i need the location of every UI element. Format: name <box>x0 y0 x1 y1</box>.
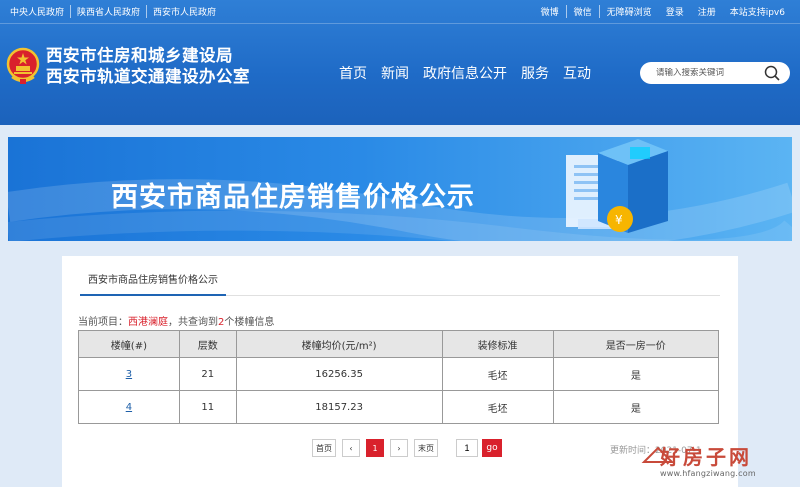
nav-home[interactable]: 首页 <box>332 63 374 83</box>
link-login[interactable]: 登录 <box>659 5 691 18</box>
avg-price-cell: 16256.35 <box>235 357 443 391</box>
page-banner: 西安市商品住房销售价格公示 ¥ <box>8 137 792 241</box>
prev-page-button[interactable]: ‹ <box>342 439 360 457</box>
top-left-links: 中央人民政府 陕西省人民政府 西安市人民政府 <box>8 5 222 18</box>
current-page-button[interactable]: 1 <box>366 439 384 457</box>
nav-interaction[interactable]: 互动 <box>556 63 598 83</box>
first-page-button[interactable]: 首页 <box>312 439 336 457</box>
one-price-cell: 是 <box>552 390 720 424</box>
top-right-links: 微博 微信 无障碍浏览 登录 注册 本站支持ipv6 <box>534 5 792 18</box>
col-avg-price: 楼幢均价(元/m²) <box>235 330 443 358</box>
search-icon[interactable] <box>764 65 780 81</box>
link-register[interactable]: 注册 <box>691 5 723 18</box>
floors-cell: 11 <box>178 390 237 424</box>
page-number-input[interactable] <box>456 439 478 457</box>
ipv6-notice: 本站支持ipv6 <box>729 8 785 18</box>
watermark-text: 好房子网 <box>660 445 752 469</box>
site-header: 中央人民政府 陕西省人民政府 西安市人民政府 微博 微信 无障碍浏览 登录 注册… <box>0 0 800 125</box>
brand-line-1: 西安市住房和城乡建设局 <box>46 46 233 65</box>
floors-cell: 21 <box>178 357 237 391</box>
banner-title: 西安市商品住房销售价格公示 <box>111 182 475 213</box>
search-input[interactable] <box>656 68 766 78</box>
info-middle: ，共查询到 <box>168 317 218 328</box>
nav-news[interactable]: 新闻 <box>374 63 416 83</box>
main-nav: 首页 新闻 政府信息公开 服务 互动 <box>332 63 598 83</box>
decoration-cell: 毛坯 <box>441 390 554 424</box>
avg-price-cell: 18157.23 <box>235 390 443 424</box>
col-floors: 层数 <box>178 330 237 358</box>
link-accessibility[interactable]: 无障碍浏览 <box>600 5 659 18</box>
brand-title: 西安市住房和城乡建设局 西安市轨道交通建设办公室 <box>46 45 250 87</box>
link-central-gov[interactable]: 中央人民政府 <box>8 5 72 18</box>
table-row: 3 21 16256.35 毛坯 是 <box>78 357 720 391</box>
one-price-cell: 是 <box>552 357 720 391</box>
table-header-row: 楼幢(#) 层数 楼幢均价(元/m²) 装修标准 是否一房一价 <box>78 330 720 358</box>
link-shaanxi-gov[interactable]: 陕西省人民政府 <box>71 5 148 18</box>
col-building: 楼幢(#) <box>78 330 180 358</box>
building-document-icon: ¥ <box>566 139 668 233</box>
nav-gov-info[interactable]: 政府信息公开 <box>416 63 514 83</box>
brand-line-2: 西安市轨道交通建设办公室 <box>46 67 250 86</box>
table-row: 4 11 18157.23 毛坯 是 <box>78 390 720 424</box>
search-box <box>640 62 790 84</box>
site-brand[interactable]: 西安市住房和城乡建设局 西安市轨道交通建设办公室 <box>6 45 250 87</box>
tab-price-notice[interactable]: 西安市商品住房销售价格公示 <box>80 270 226 296</box>
info-suffix: 个楼幢信息 <box>224 317 275 328</box>
building-link[interactable]: 4 <box>126 402 132 413</box>
watermark-url: www.hfangziwang.com <box>660 469 756 478</box>
decoration-cell: 毛坯 <box>441 357 554 391</box>
tab-bar: 西安市商品住房销售价格公示 <box>80 270 720 296</box>
link-xian-gov[interactable]: 西安市人民政府 <box>147 5 222 18</box>
link-weibo[interactable]: 微博 <box>534 5 567 18</box>
top-bar: 中央人民政府 陕西省人民政府 西安市人民政府 微博 微信 无障碍浏览 登录 注册… <box>0 0 800 24</box>
info-prefix: 当前项目： <box>78 317 128 328</box>
project-name: 西港澜庭 <box>128 317 168 328</box>
last-page-button[interactable]: 末页 <box>414 439 438 457</box>
link-wechat[interactable]: 微信 <box>567 5 600 18</box>
building-price-table: 楼幢(#) 层数 楼幢均价(元/m²) 装修标准 是否一房一价 3 21 162… <box>78 330 720 424</box>
go-button[interactable]: go <box>482 439 502 457</box>
building-link[interactable]: 3 <box>126 369 132 380</box>
pagination: 首页 ‹ 1 › 末页 go <box>312 439 502 457</box>
nav-services[interactable]: 服务 <box>514 63 556 83</box>
svg-text:¥: ¥ <box>615 213 623 227</box>
content-panel: 西安市商品住房销售价格公示 当前项目：西港澜庭，共查询到2个楼幢信息 楼幢(#)… <box>62 256 738 487</box>
next-page-button[interactable]: › <box>390 439 408 457</box>
col-one-price: 是否一房一价 <box>552 330 720 358</box>
site-watermark: 好房子网 www.hfangziwang.com <box>640 438 800 487</box>
col-decoration: 装修标准 <box>441 330 554 358</box>
query-info: 当前项目：西港澜庭，共查询到2个楼幢信息 <box>78 313 274 328</box>
national-emblem-icon <box>6 47 40 85</box>
